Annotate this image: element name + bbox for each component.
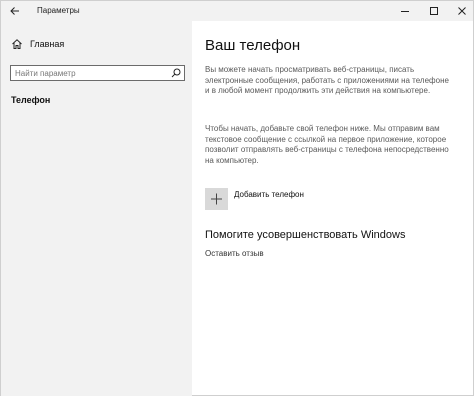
maximize-button[interactable] <box>426 3 442 19</box>
instructions-paragraph: Чтобы начать, добавьте свой телефон ниже… <box>205 124 449 165</box>
back-button[interactable] <box>7 3 23 19</box>
maximize-icon <box>430 7 438 15</box>
sidebar-item-home-label: Главная <box>30 39 65 49</box>
minimize-button[interactable] <box>397 3 413 19</box>
close-button[interactable] <box>454 3 470 19</box>
sidebar-item-home[interactable]: Главная <box>11 38 181 52</box>
minimize-icon <box>401 11 409 12</box>
add-phone-button[interactable]: Добавить телефон <box>205 188 365 210</box>
search-icon[interactable] <box>171 68 181 78</box>
page-title: Ваш телефон <box>205 37 301 54</box>
search-box[interactable] <box>10 65 185 81</box>
plus-icon <box>211 193 222 205</box>
intro-paragraph: Вы можете начать просматривать веб-стран… <box>205 65 449 95</box>
add-phone-tile[interactable] <box>205 188 228 210</box>
home-icon <box>12 39 22 49</box>
add-phone-label: Добавить телефон <box>234 190 304 199</box>
settings-window: Параметры Главная Найти параметр Телефон… <box>0 0 474 396</box>
improve-windows-heading: Помогите усовершенствовать Windows <box>205 229 406 241</box>
close-icon <box>458 7 466 15</box>
app-title: Параметры <box>37 6 80 15</box>
feedback-link[interactable]: Оставить отзыв <box>205 249 264 258</box>
sidebar: Главная Телефон <box>1 21 192 396</box>
sidebar-item-phone[interactable]: Телефон <box>11 95 50 105</box>
main-content: Ваш телефон Вы можете начать просматрива… <box>192 21 474 396</box>
search-input[interactable] <box>15 67 155 79</box>
title-bar: Параметры <box>1 1 473 21</box>
arrow-left-icon <box>10 7 19 15</box>
